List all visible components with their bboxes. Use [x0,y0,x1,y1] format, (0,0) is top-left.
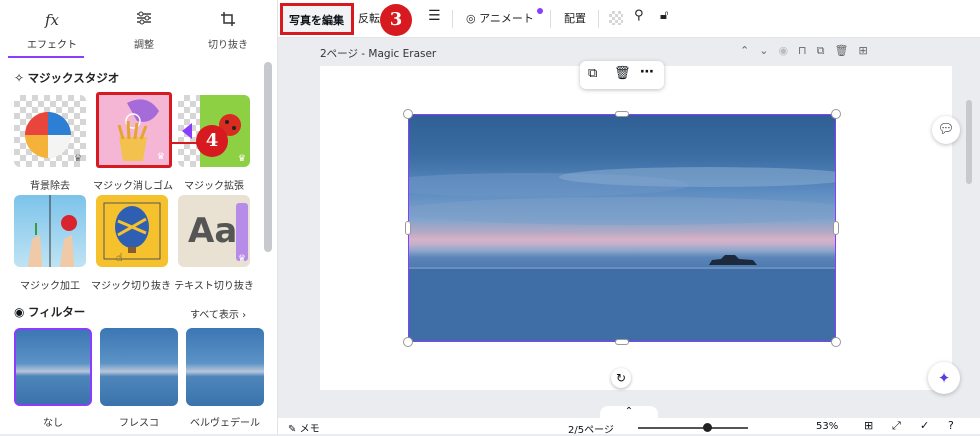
fullscreen-icon[interactable]: ⤢ [892,419,901,433]
duplicate-icon[interactable]: ⧉ [588,66,597,81]
page-title: 2ページ - Magic Eraser [320,48,437,60]
text-cutout-card[interactable]: Aa ♛ [178,195,250,267]
crown-icon: ♛ [156,152,165,162]
grid-view-icon[interactable]: ⊞ [864,419,873,432]
position-button[interactable]: 配置 [564,10,586,26]
rotate-icon[interactable]: ↻ [611,368,631,388]
callout-step-4: 4 [196,125,228,157]
tool-label: 背景除去 [30,181,70,192]
resize-handle-br[interactable] [831,337,841,347]
edit-photo-button[interactable]: 写真を編集 [280,3,354,35]
element-context-menu: ⧉ 🗑︎ ⋯ [580,61,664,89]
svg-text:☝: ☝ [116,251,123,264]
page-controls: ⌃⌄◉⊓⧉🗑︎⊞ [740,44,878,58]
crown-icon: ♛ [73,154,82,164]
resize-handle-bottom[interactable] [615,339,629,345]
lock-icon[interactable]: 🔓︎ [660,8,668,23]
zoom-slider[interactable] [638,427,748,429]
menu-lines-icon[interactable]: ☰ [428,8,441,24]
animate-icon: ◎ [466,12,476,25]
filters-title: フィルター [27,305,86,319]
trash-icon[interactable]: 🗑︎ [835,44,859,57]
sparkle-icon: ✧ [14,71,25,85]
see-all-link[interactable]: すべて表示 › [190,306,246,321]
check-icon[interactable]: ✓ [920,419,929,432]
magic-studio-title: マジックスタジオ [27,71,120,85]
aa-text-image: Aa [188,211,238,251]
tool-label: マジック加工 [20,281,80,292]
tool-label: マジック切り抜き [91,281,171,292]
help-icon[interactable]: ? [948,419,954,432]
magic-studio-header: ✧ マジックスタジオ [14,70,119,86]
sea-ship-image [409,167,835,341]
chevron-up-icon[interactable]: ⌃ [740,44,759,57]
magic-assistant-icon[interactable]: ✦ [928,362,960,394]
filter-label: ベルヴェデール [190,418,260,429]
filters-header: ◉ フィルター [14,304,85,320]
zoom-slider-thumb[interactable] [703,423,712,432]
resize-handle-tr[interactable] [831,109,841,119]
trash-icon[interactable]: 🗑︎ [614,66,631,81]
filter-icon: ◉ [14,305,25,319]
panel-scrollbar[interactable] [264,62,272,252]
tab-crop-label: 切り抜き [208,40,248,51]
tab-adjust-label: 調整 [134,40,154,51]
edit-photo-label: 写真を編集 [289,14,344,27]
more-icon[interactable]: ⋯ [640,64,654,80]
lock-page-icon[interactable]: ⊓ [798,44,817,57]
tab-crop[interactable]: 切り抜き [182,0,274,58]
sliders-icon [98,11,190,29]
left-panel: fx エフェクト 調整 切り抜き ✧ マジックスタジオ ♛ 背景除去 ♛ マジッ… [0,0,278,434]
eye-icon[interactable]: ◉ [778,44,798,57]
fx-icon: fx [44,11,59,29]
animate-button[interactable]: ◎ アニメート [466,10,534,26]
magic-edit-card[interactable] [14,195,86,267]
tool-label: マジック消しゴム [93,181,173,192]
tool-label: テキスト切り抜き [174,281,254,292]
filter-belvedere[interactable] [186,328,264,406]
chevron-down-icon[interactable]: ⌄ [759,44,778,57]
new-badge-dot [537,8,543,14]
paint-roller-icon[interactable]: ⚲ [634,8,644,23]
tab-adjust[interactable]: 調整 [98,0,190,58]
tab-effects-label: エフェクト [27,40,77,51]
magic-eraser-card[interactable]: ♛ [96,92,172,168]
resize-handle-top[interactable] [615,111,629,117]
filter-fresco[interactable] [100,328,178,406]
balloon-image: ☝ [103,202,161,264]
notes-label: メモ [299,424,320,435]
notes-icon: ✎ [288,424,297,435]
add-page-icon[interactable]: ⊞ [858,44,877,57]
transparency-icon[interactable] [609,11,623,25]
chevron-right-icon: › [242,310,247,321]
canvas-scrollbar[interactable] [966,100,972,184]
crown-icon: ♛ [237,254,246,264]
hand-flower-image [28,195,77,267]
active-tab-indicator [8,56,84,58]
flip-button[interactable]: 反転 [358,10,380,26]
tab-effects[interactable]: fx エフェクト [6,0,98,58]
selected-photo[interactable] [408,114,836,342]
filter-none[interactable] [14,328,92,406]
animate-label: アニメート [479,12,534,25]
duplicate-page-icon[interactable]: ⧉ [817,44,835,57]
crown-icon: ♛ [237,154,246,164]
comment-add-icon[interactable]: 💬︎ [932,116,960,144]
magic-grab-card[interactable]: ☝ [96,195,168,267]
background-remover-card[interactable]: ♛ [14,95,86,167]
resize-handle-tl[interactable] [403,109,413,119]
callout-step-3: 3 [380,4,412,36]
filter-label: なし [43,418,63,429]
zoom-level[interactable]: 53% [816,421,838,432]
filter-label: フレスコ [119,418,159,429]
tool-label: マジック拡張 [184,181,244,192]
crop-icon [182,11,274,31]
resize-handle-left[interactable] [405,221,411,235]
resize-handle-bl[interactable] [403,337,413,347]
notes-button[interactable]: ✎ メモ [288,420,320,435]
bottom-bar: ✎ メモ 2/5ページ 53% ⊞ ⤢ ✓ ? [278,418,980,436]
see-all-label: すべて表示 [190,310,239,321]
resize-handle-right[interactable] [833,221,839,235]
